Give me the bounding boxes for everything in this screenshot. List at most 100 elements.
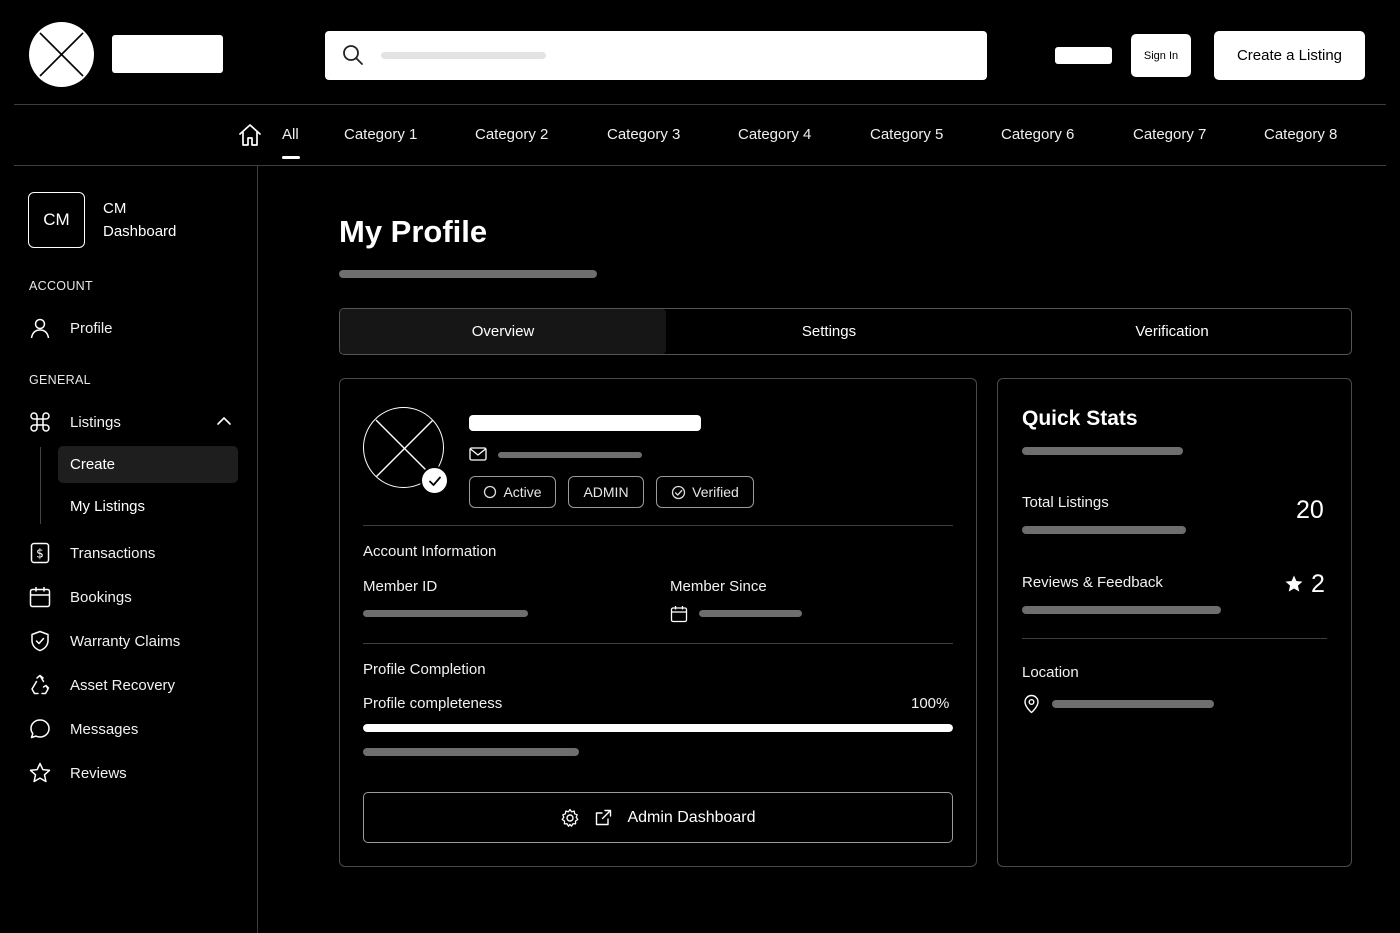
header-divider	[14, 104, 1386, 105]
sidebar-tree-line	[40, 447, 41, 524]
search-icon[interactable]	[342, 44, 364, 66]
profile-completeness-value: 100%	[911, 695, 950, 712]
role-badge-admin: ADMIN	[568, 476, 644, 508]
reviews-placeholder	[1022, 606, 1221, 614]
user-icon	[30, 318, 50, 339]
sidebar-item-label: Warranty Claims	[70, 632, 181, 650]
home-icon[interactable]	[237, 122, 263, 148]
nav-tab-category-5[interactable]: Category 5	[870, 126, 943, 143]
card-divider	[363, 525, 953, 526]
sidebar-item-warranty-claims[interactable]: Warranty Claims	[28, 626, 238, 656]
header-link-placeholder[interactable]	[1055, 47, 1112, 64]
status-badge-active: Active	[469, 476, 556, 508]
sidebar-item-asset-recovery[interactable]: Asset Recovery	[28, 670, 238, 700]
total-listings-label: Total Listings	[1022, 494, 1109, 511]
reviews-feedback-label: Reviews & Feedback	[1022, 574, 1163, 591]
search-bar	[325, 31, 987, 80]
nav-tab-category-1[interactable]: Category 1	[344, 126, 417, 143]
tab-verification[interactable]: Verification	[992, 309, 1351, 354]
sidebar-section-account: ACCOUNT	[29, 279, 93, 293]
check-circle-icon	[671, 485, 686, 499]
logo-placeholder-icon[interactable]	[29, 22, 94, 87]
create-listing-button[interactable]: Create a Listing	[1214, 31, 1365, 80]
location-placeholder	[1052, 700, 1214, 708]
profile-completeness-progress	[363, 724, 953, 732]
sidebar-item-reviews[interactable]: Reviews	[28, 758, 238, 788]
admin-dashboard-button[interactable]: Admin Dashboard	[363, 792, 953, 843]
avatar[interactable]: CM	[28, 192, 85, 248]
profile-completion-heading: Profile Completion	[363, 661, 486, 678]
calendar-icon	[670, 606, 688, 623]
mail-icon	[469, 447, 487, 461]
nav-tab-category-7[interactable]: Category 7	[1133, 126, 1206, 143]
chevron-up-icon[interactable]	[215, 412, 233, 430]
circle-icon	[484, 485, 497, 499]
sidebar-item-bookings[interactable]: Bookings	[28, 582, 238, 612]
sidebar-divider	[257, 166, 258, 933]
tab-overview[interactable]: Overview	[340, 309, 666, 354]
chat-bubble-icon	[30, 719, 50, 739]
profile-tabs: Overview Settings Verification	[339, 308, 1352, 355]
sidebar-item-label: Messages	[70, 720, 139, 738]
nav-tab-category-8[interactable]: Category 8	[1264, 126, 1337, 143]
status-badge-verified: Verified	[656, 476, 754, 508]
progress-fill	[363, 724, 953, 732]
reviews-feedback-value: 2	[1311, 570, 1325, 598]
nav-tab-category-4[interactable]: Category 4	[738, 126, 811, 143]
member-since-label: Member Since	[670, 578, 767, 595]
calendar-icon	[29, 587, 51, 608]
brand-name-placeholder[interactable]	[112, 35, 223, 73]
gear-icon	[562, 808, 579, 827]
quick-stats-title: Quick Stats	[1022, 407, 1138, 430]
page-title: My Profile	[339, 214, 488, 249]
user-name-placeholder	[469, 415, 701, 431]
sidebar-subitem-create[interactable]: Create	[58, 446, 238, 483]
sidebar-item-label: Bookings	[70, 588, 132, 606]
dollar-icon: $	[30, 542, 50, 564]
nav-tab-category-6[interactable]: Category 6	[1001, 126, 1074, 143]
sidebar-item-transactions[interactable]: $ Transactions	[28, 538, 238, 568]
member-id-placeholder	[363, 610, 528, 617]
badge-label: Active	[503, 484, 542, 500]
top-header: Sign In Create a Listing	[0, 0, 1400, 105]
quick-stats-subtitle-placeholder	[1022, 447, 1183, 455]
sidebar-item-label: Transactions	[70, 544, 156, 562]
nav-tab-category-3[interactable]: Category 3	[607, 126, 680, 143]
total-listings-placeholder	[1022, 526, 1186, 534]
star-icon	[1285, 575, 1303, 592]
search-input[interactable]	[380, 31, 970, 80]
sidebar-item-profile[interactable]: Profile	[28, 313, 238, 343]
sidebar-item-messages[interactable]: Messages	[28, 714, 238, 744]
sidebar-item-listings[interactable]: Listings	[28, 407, 238, 437]
shield-icon	[31, 630, 49, 652]
card-divider	[363, 643, 953, 644]
location-pin-icon	[1024, 694, 1039, 714]
sidebar-user-role: Dashboard	[103, 223, 177, 240]
command-icon	[30, 412, 50, 432]
recycle-icon	[31, 674, 50, 695]
external-link-icon	[596, 809, 612, 826]
svg-text:$: $	[36, 547, 44, 561]
sidebar-section-general: GENERAL	[29, 373, 91, 387]
nav-tab-all[interactable]: All	[282, 126, 299, 143]
sign-in-button[interactable]: Sign In	[1131, 34, 1191, 77]
sidebar-subitem-my-listings[interactable]: My Listings	[58, 488, 238, 525]
verified-check-icon	[420, 466, 449, 495]
member-since-placeholder	[699, 610, 802, 617]
tab-settings[interactable]: Settings	[666, 309, 992, 354]
nav-tab-category-2[interactable]: Category 2	[475, 126, 548, 143]
sidebar-item-label: Listings	[70, 413, 121, 431]
profile-completeness-label: Profile completeness	[363, 695, 503, 712]
sidebar-user-name: CM	[103, 200, 127, 217]
nav-active-indicator	[282, 156, 300, 159]
member-id-label: Member ID	[363, 578, 438, 595]
sidebar-item-label: Asset Recovery	[70, 676, 176, 694]
card-divider	[1022, 638, 1327, 639]
nav-divider	[14, 165, 1386, 166]
completion-hint-placeholder	[363, 748, 579, 756]
sidebar-item-label: Profile	[70, 319, 113, 337]
total-listings-value: 20	[1296, 496, 1324, 524]
sidebar-item-label: Reviews	[70, 764, 127, 782]
badge-label: ADMIN	[583, 484, 629, 500]
account-information-heading: Account Information	[363, 543, 497, 560]
